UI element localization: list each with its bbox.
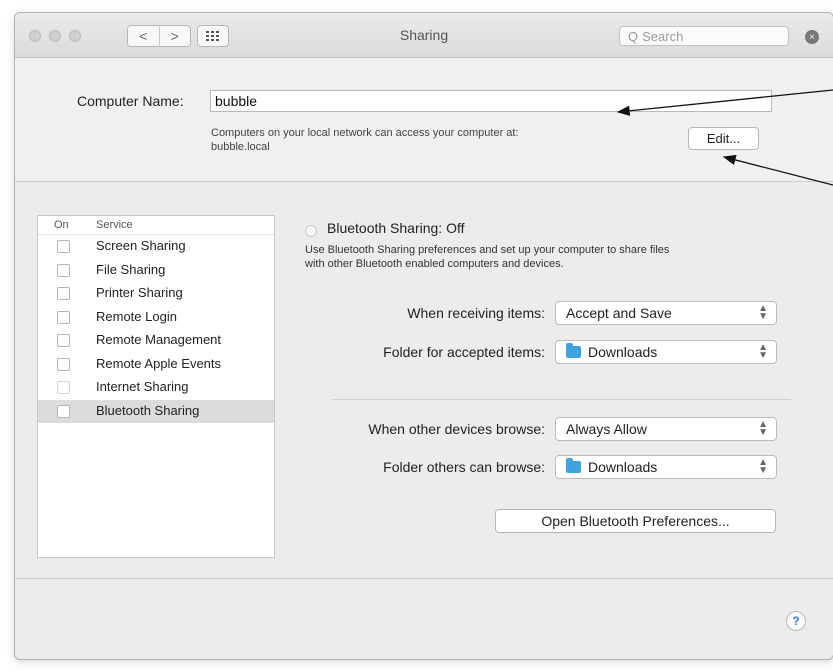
folder-accepted-value: Downloads	[588, 344, 658, 360]
service-row-screen-sharing[interactable]: Screen Sharing	[38, 235, 274, 259]
folder-accepted-label: Folder for accepted items:	[383, 344, 545, 360]
service-row-bluetooth-sharing[interactable]: Bluetooth Sharing	[38, 399, 274, 423]
service-list-header: On Service	[38, 216, 274, 235]
bluetooth-description-line2: with other Bluetooth enabled computers a…	[305, 258, 564, 270]
service-list: On Service Screen Sharing File Sharing P…	[37, 215, 275, 558]
receiving-items-popup[interactable]: Accept and Save ▲ ▼	[555, 301, 777, 325]
computer-name-help: Computers on your local network can acce…	[211, 126, 651, 154]
service-checkbox[interactable]	[57, 240, 70, 253]
open-bluetooth-preferences-button[interactable]: Open Bluetooth Preferences...	[495, 509, 776, 533]
service-label: Remote Apple Events	[96, 355, 222, 371]
folder-accepted-popup[interactable]: Downloads ▲ ▼	[555, 340, 777, 364]
folder-icon	[566, 343, 581, 358]
sharing-window: < > Sharing Q Search × Computer Name: bu…	[14, 12, 833, 660]
title-bar: < > Sharing Q Search ×	[15, 13, 833, 58]
bluetooth-status: Bluetooth Sharing: Off	[327, 220, 465, 236]
service-row-file-sharing[interactable]: File Sharing	[38, 259, 274, 283]
help-button[interactable]: ?	[786, 611, 806, 631]
divider	[333, 399, 791, 400]
computer-name-section: Computer Name: bubble Computers on your …	[15, 58, 833, 182]
receiving-items-value: Accept and Save	[566, 305, 672, 321]
bluetooth-description-line1: Use Bluetooth Sharing preferences and se…	[305, 244, 670, 256]
bluetooth-description: Use Bluetooth Sharing preferences and se…	[305, 243, 820, 271]
service-checkbox[interactable]	[57, 287, 70, 300]
service-label: File Sharing	[96, 261, 166, 277]
computer-name-label: Computer Name:	[77, 93, 184, 109]
service-checkbox[interactable]	[57, 263, 70, 277]
edit-button[interactable]: Edit...	[688, 127, 759, 150]
local-hostname: bubble.local	[211, 141, 270, 153]
service-row-internet-sharing[interactable]: Internet Sharing	[38, 376, 274, 400]
close-icon: ×	[809, 31, 815, 43]
receiving-items-label: When receiving items:	[407, 305, 545, 321]
service-checkbox[interactable]	[57, 357, 70, 371]
service-checkbox[interactable]	[57, 404, 70, 418]
browse-popup[interactable]: Always Allow ▲ ▼	[555, 417, 777, 441]
search-icon: Q	[628, 28, 639, 44]
service-label: Internet Sharing	[96, 379, 189, 394]
service-row-remote-management[interactable]: Remote Management	[38, 329, 274, 353]
service-checkbox[interactable]	[57, 381, 70, 394]
folder-browse-label: Folder others can browse:	[383, 459, 545, 475]
browse-value: Always Allow	[566, 421, 647, 437]
browse-label: When other devices browse:	[368, 421, 545, 437]
updown-chevron-icon: ▲ ▼	[758, 419, 768, 438]
service-label: Printer Sharing	[96, 285, 183, 300]
updown-chevron-icon: ▲ ▼	[758, 457, 768, 476]
bottom-divider	[15, 578, 833, 579]
folder-browse-popup[interactable]: Downloads ▲ ▼	[555, 455, 777, 479]
search-placeholder: Search	[642, 28, 684, 44]
computer-name-input[interactable]: bubble	[210, 90, 772, 112]
updown-chevron-icon: ▲ ▼	[758, 342, 768, 361]
service-row-remote-login[interactable]: Remote Login	[38, 306, 274, 330]
service-checkbox[interactable]	[57, 310, 70, 324]
column-header-on[interactable]: On	[54, 219, 69, 231]
service-label: Screen Sharing	[96, 238, 186, 253]
updown-chevron-icon: ▲ ▼	[758, 303, 768, 322]
clear-search-button[interactable]: ×	[805, 30, 819, 44]
help-icon: ?	[792, 614, 800, 628]
folder-browse-value: Downloads	[588, 459, 658, 475]
service-label: Remote Management	[96, 332, 222, 347]
service-checkbox[interactable]	[57, 334, 70, 347]
service-label: Bluetooth Sharing	[96, 402, 200, 418]
service-label: Remote Login	[96, 308, 177, 324]
computer-name-help-line1: Computers on your local network can acce…	[211, 127, 519, 139]
folder-icon	[566, 458, 581, 473]
column-header-service[interactable]: Service	[96, 219, 133, 231]
status-indicator	[305, 225, 317, 237]
service-row-printer-sharing[interactable]: Printer Sharing	[38, 282, 274, 306]
search-field[interactable]: Q Search	[619, 26, 789, 46]
service-row-remote-apple-events[interactable]: Remote Apple Events	[38, 353, 274, 377]
